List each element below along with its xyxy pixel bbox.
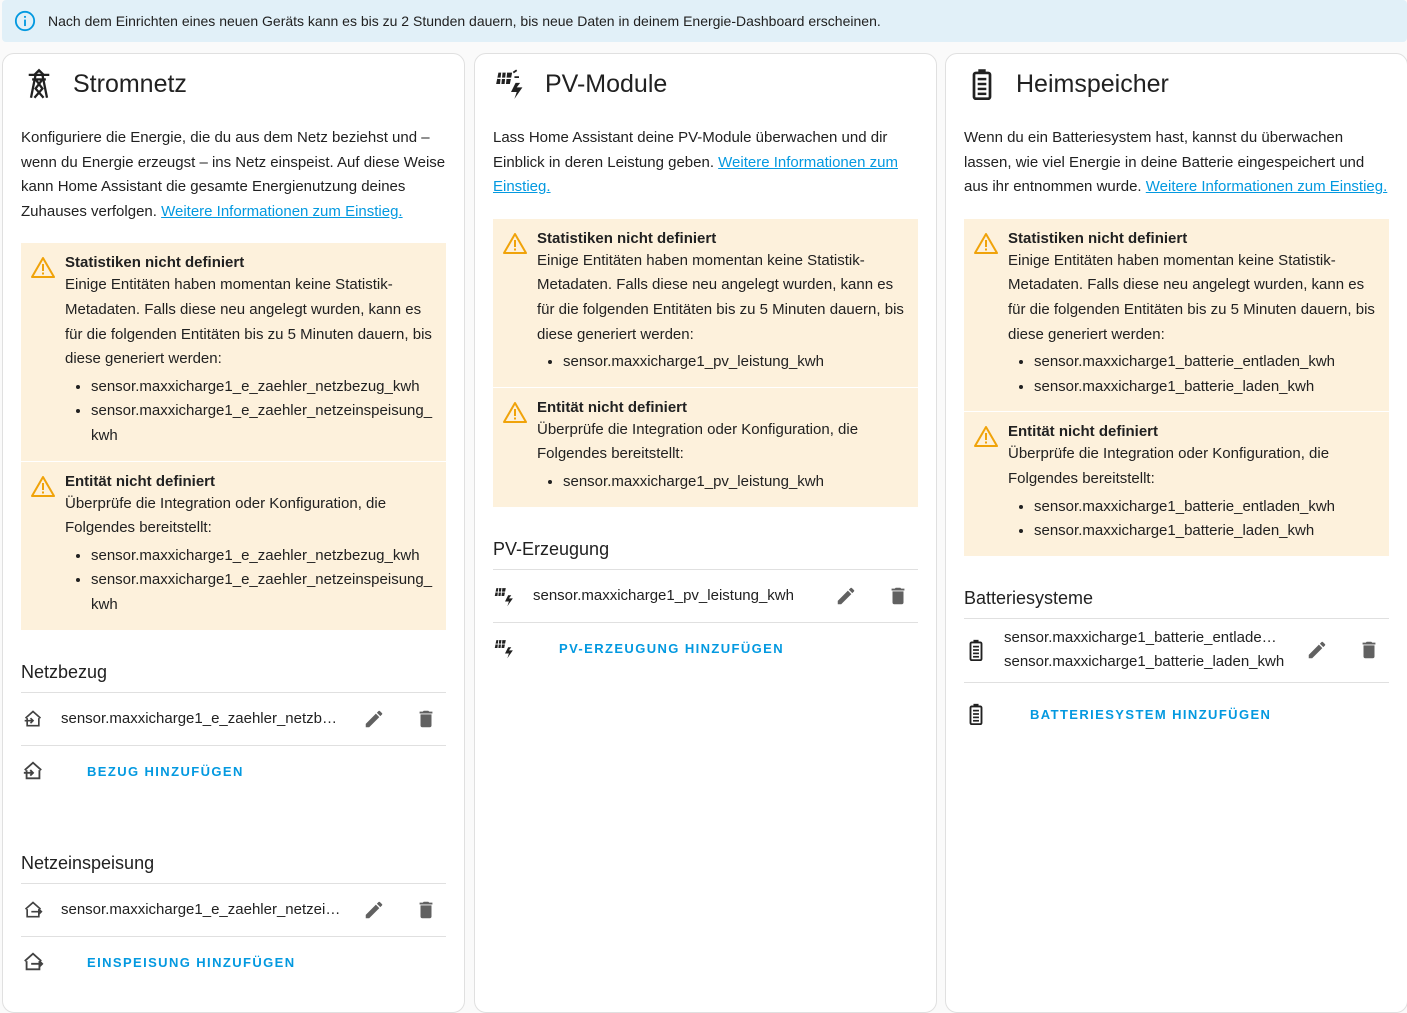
warning-alert: Entität nicht definiert Überprüfe die In… [964,411,1389,556]
section-title-netzeinspeisung: Netzeinspeisung [21,852,155,873]
add-export-label: Einspeisung hinzufügen [87,954,296,970]
card-description: Wenn du ein Batteriesystem hast, kannst … [946,126,1407,200]
learn-more-link[interactable]: Weitere Informationen zum Einstieg. [1146,178,1388,195]
home-export-icon [21,898,45,922]
entity-row: sensor.maxxicharge1_pv_leistung_kwh [493,568,918,622]
list-item: sensor.maxxicharge1_pv_leistung_kwh [563,470,906,495]
edit-icon[interactable] [354,890,394,930]
entity-name: sensor.maxxicharge1_pv_leistung_kwh [533,587,794,605]
entity-list: sensor.maxxicharge1_batterie_entladen_kw… [1034,350,1377,399]
card-title: Heimspeicher [1016,69,1169,98]
battery-icon [964,638,988,662]
section-title-batteriesysteme: Batteriesysteme [964,587,1094,608]
alert-text: Einige Entitäten haben momentan keine St… [537,251,904,343]
warning-alert: Entität nicht definiert Überprüfe die In… [21,460,446,630]
entity-name: sensor.maxxicharge1_batterie_entladen_kw… [1004,628,1285,646]
entity-list: sensor.maxxicharge1_batterie_entladen_kw… [1034,495,1377,544]
delete-icon[interactable] [1349,630,1389,670]
delete-icon[interactable] [406,890,446,930]
section-title-pv-erzeugung: PV-Erzeugung [493,538,610,559]
entity-list: sensor.maxxicharge1_e_zaehler_netzbezug_… [91,375,434,449]
info-banner-text: Nach dem Einrichten eines neuen Geräts k… [48,13,881,29]
alert-text: Überprüfe die Integration oder Konfigura… [1008,445,1330,487]
solar-power-icon [495,68,527,100]
transmission-tower-icon [23,68,55,100]
delete-icon[interactable] [878,576,918,616]
alert-title: Entität nicht definiert [65,472,215,490]
warning-alert: Statistiken nicht definiert Einige Entit… [493,218,918,387]
card-description: Konfiguriere die Energie, die du aus dem… [3,126,464,224]
alert-text: Überprüfe die Integration oder Konfigura… [537,420,859,463]
entity-list: sensor.maxxicharge1_pv_leistung_kwh [563,350,906,375]
list-item: sensor.maxxicharge1_e_zaehler_netzeinspe… [91,399,434,448]
grid-card: Stromnetz Konfiguriere die Energie, die … [2,53,465,1013]
list-item: sensor.maxxicharge1_e_zaehler_netzbezug_… [91,544,434,569]
battery-card: Heimspeicher Wenn du ein Batteriesystem … [945,53,1407,1013]
warning-icon [974,232,998,254]
battery-icon [964,702,988,726]
card-description: Lass Home Assistant deine PV-Module über… [475,126,936,200]
add-battery-button[interactable]: Batteriesystem hinzufügen [964,681,1389,746]
warning-icon [503,232,527,254]
list-item: sensor.maxxicharge1_batterie_laden_kwh [1034,375,1377,400]
alert-title: Entität nicht definiert [537,398,687,416]
alert-text: Einige Entitäten haben momentan keine St… [65,276,432,368]
list-item-text: sensor.maxxicharge1_e_zaehler_netzeinspe… [91,571,433,613]
list-item: sensor.maxxicharge1_e_zaehler_netzbezug_… [91,375,434,400]
add-battery-label: Batteriesystem hinzufügen [1030,706,1272,722]
edit-icon[interactable] [826,576,866,616]
list-item: sensor.maxxicharge1_pv_leistung_kwh [563,350,906,375]
add-solar-label: PV-Erzeugung hinzufügen [559,640,785,656]
add-solar-button[interactable]: PV-Erzeugung hinzufügen [493,621,918,674]
alert-title: Entität nicht definiert [1008,423,1158,441]
warning-icon [503,401,527,423]
home-import-icon [21,759,45,783]
home-export-icon [21,950,45,974]
warning-alert: Statistiken nicht definiert Einige Entit… [21,243,446,461]
alert-title: Statistiken nicht definiert [537,229,717,247]
warning-alert: Statistiken nicht definiert Einige Entit… [964,218,1389,412]
info-banner: Nach dem Einrichten eines neuen Geräts k… [2,0,1407,42]
warning-icon [31,475,55,497]
add-import-label: Bezug hinzufügen [87,763,244,779]
solar-power-icon [493,636,517,660]
edit-icon[interactable] [354,699,394,739]
entity-name: sensor.maxxicharge1_e_zaehler_netzbezug_… [61,710,342,727]
list-item: sensor.maxxicharge1_batterie_laden_kwh [1034,519,1377,544]
add-export-button[interactable]: Einspeisung hinzufügen [21,935,446,988]
home-import-icon [21,707,45,731]
solar-card: PV-Module Lass Home Assistant deine PV-M… [474,53,937,1013]
alert-title: Statistiken nicht definiert [65,254,245,272]
card-title: Stromnetz [73,69,187,98]
entity-row: sensor.maxxicharge1_batterie_entladen_kw… [964,617,1389,682]
list-item: sensor.maxxicharge1_batterie_entladen_kw… [1034,495,1377,520]
warning-icon [974,425,998,448]
list-item: sensor.maxxicharge1_batterie_entladen_kw… [1034,350,1377,375]
entity-row: sensor.maxxicharge1_e_zaehler_netzeinspe… [21,882,446,936]
alert-title: Statistiken nicht definiert [1008,229,1188,247]
list-item-text: sensor.maxxicharge1_e_zaehler_netzeinspe… [91,402,433,444]
entity-names: sensor.maxxicharge1_batterie_entladen_kw… [1004,626,1285,675]
entity-list: sensor.maxxicharge1_pv_leistung_kwh [563,470,906,495]
entity-name: sensor.maxxicharge1_e_zaehler_netzeinspe… [61,901,342,918]
alert-text: Einige Entitäten haben momentan keine St… [1008,251,1375,343]
info-icon [14,10,36,32]
battery-icon [966,68,998,100]
list-item: sensor.maxxicharge1_e_zaehler_netzeinspe… [91,568,434,617]
warning-alert: Entität nicht definiert Überprüfe die In… [493,386,918,507]
add-import-button[interactable]: Bezug hinzufügen [21,744,446,797]
alert-text: Überprüfe die Integration oder Konfigura… [65,494,387,537]
delete-icon[interactable] [406,699,446,739]
entity-list: sensor.maxxicharge1_e_zaehler_netzbezug_… [91,544,434,618]
entity-row: sensor.maxxicharge1_e_zaehler_netzbezug_… [21,691,446,745]
warning-icon [31,256,55,279]
learn-more-link[interactable]: Weitere Informationen zum Einstieg. [161,203,403,220]
section-title-netzbezug: Netzbezug [21,661,108,682]
edit-icon[interactable] [1297,630,1337,670]
entity-name: sensor.maxxicharge1_batterie_laden_kwh [1004,653,1285,671]
solar-power-icon [493,584,517,608]
card-title: PV-Module [545,69,668,98]
